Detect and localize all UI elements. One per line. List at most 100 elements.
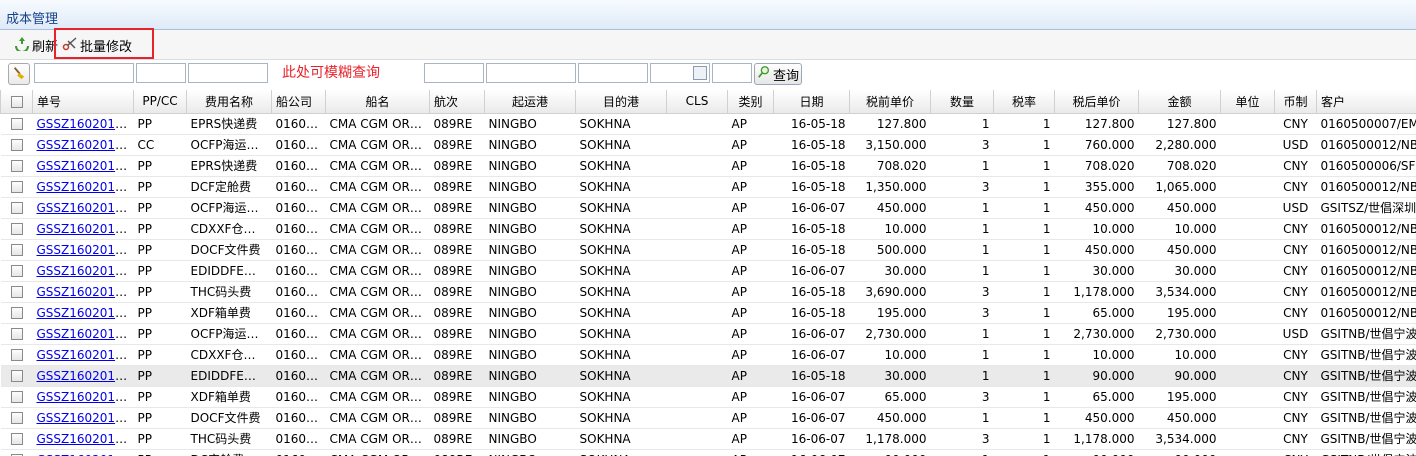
cell-order-no[interactable]: GSSZ16020133 bbox=[32, 302, 134, 324]
order-no-link[interactable]: GSSZ16020133 bbox=[37, 201, 131, 215]
row-select-cell[interactable] bbox=[0, 239, 33, 261]
column-header-unit[interactable]: 单位 bbox=[1220, 90, 1275, 114]
table-row[interactable]: GSSZ16020133 CC OCFP海运… 0160… CMA CGM OR… 089… bbox=[0, 134, 1416, 156]
table-row[interactable]: GSSZ16020133 PP DOCF文件费 0160… CMA CGM OR… 089… bbox=[0, 239, 1416, 261]
row-select-cell[interactable] bbox=[0, 365, 33, 387]
row-select-cell[interactable] bbox=[0, 134, 33, 156]
row-select-cell[interactable] bbox=[0, 323, 33, 345]
column-header-order-no[interactable]: 单号 bbox=[32, 90, 134, 114]
row-select-cell[interactable] bbox=[0, 260, 33, 282]
table-row[interactable]: GSSZ16020133 PP EPRS快递费 0160… CMA CGM OR… 089… bbox=[0, 155, 1416, 177]
table-row[interactable]: GSSZ16020133 PP CDXXF仓… 0160… CMA CGM OR… 089… bbox=[0, 344, 1416, 366]
column-header-vessel[interactable]: 船名 bbox=[325, 90, 430, 114]
column-header-category[interactable]: 类别 bbox=[727, 90, 774, 114]
row-checkbox[interactable] bbox=[10, 286, 23, 298]
filter-quantity[interactable] bbox=[712, 63, 752, 83]
cell-order-no[interactable]: GSSZ16020133 bbox=[32, 386, 134, 408]
cell-order-no[interactable]: GSSZ16020133 bbox=[32, 365, 134, 387]
row-checkbox[interactable] bbox=[10, 223, 23, 235]
refresh-button[interactable]: 刷新 bbox=[14, 34, 58, 56]
row-select-cell[interactable] bbox=[0, 407, 33, 429]
cell-order-no[interactable]: GSSZ16020133 bbox=[32, 407, 134, 429]
row-checkbox[interactable] bbox=[10, 118, 23, 130]
cell-order-no[interactable]: GSSZ16020133 bbox=[32, 449, 134, 456]
table-row[interactable]: GSSZ16020133 PP THC码头费 0160… CMA CGM OR… 089R… bbox=[0, 428, 1416, 450]
search-button[interactable]: 查询 bbox=[754, 63, 802, 85]
column-header-carrier[interactable]: 船公司 bbox=[271, 90, 326, 114]
column-header-ppcc[interactable]: PP/CC bbox=[133, 90, 187, 114]
cell-order-no[interactable]: GSSZ16020133 bbox=[32, 344, 134, 366]
table-row[interactable]: GSSZ16020133 PP XDF箱单费 0160… CMA CGM OR… 089R… bbox=[0, 386, 1416, 408]
batch-edit-button[interactable]: 批量修改 bbox=[62, 34, 132, 56]
row-checkbox[interactable] bbox=[10, 244, 23, 256]
table-row[interactable]: GSSZ16020133 PP DOCF文件费 0160… CMA CGM OR… 089… bbox=[0, 407, 1416, 429]
filter-pod[interactable] bbox=[578, 63, 648, 83]
column-header-amount[interactable]: 金额 bbox=[1138, 90, 1221, 114]
row-checkbox[interactable] bbox=[10, 139, 23, 151]
order-no-link[interactable]: GSSZ16020133 bbox=[37, 285, 131, 299]
column-header-quantity[interactable]: 数量 bbox=[930, 90, 994, 114]
row-checkbox[interactable] bbox=[10, 202, 23, 214]
row-checkbox[interactable] bbox=[10, 328, 23, 340]
select-all-header[interactable] bbox=[0, 90, 33, 114]
row-checkbox[interactable] bbox=[10, 391, 23, 403]
table-row[interactable]: GSSZ16020133 PP EPRS快递费 0160… CMA CGM OR… 089… bbox=[0, 113, 1416, 135]
column-header-date[interactable]: 日期 bbox=[773, 90, 850, 114]
row-checkbox[interactable] bbox=[10, 181, 23, 193]
cell-order-no[interactable]: GSSZ16020133 bbox=[32, 323, 134, 345]
row-checkbox[interactable] bbox=[10, 307, 23, 319]
row-select-cell[interactable] bbox=[0, 302, 33, 324]
filter-date[interactable] bbox=[650, 63, 710, 83]
row-checkbox[interactable] bbox=[10, 349, 23, 361]
filter-ppcc[interactable] bbox=[136, 63, 186, 83]
table-row[interactable]: GSSZ16020133 PP OCFP海运… 0160… CMA CGM OR… 089… bbox=[0, 323, 1416, 345]
column-header-pod[interactable]: 目的港 bbox=[575, 90, 667, 114]
table-row[interactable]: GSSZ16020133 PP CDXXF仓… 0160… CMA CGM OR… 089… bbox=[0, 218, 1416, 240]
row-select-cell[interactable] bbox=[0, 344, 33, 366]
row-select-cell[interactable] bbox=[0, 281, 33, 303]
order-no-link[interactable]: GSSZ16020133 bbox=[37, 453, 131, 456]
cell-order-no[interactable]: GSSZ16020133 bbox=[32, 428, 134, 450]
table-row[interactable]: GSSZ16020133 PP EDIDDFE… 0160… CMA CGM OR… 08… bbox=[0, 260, 1416, 282]
order-no-link[interactable]: GSSZ16020133 bbox=[37, 138, 131, 152]
row-checkbox[interactable] bbox=[10, 433, 23, 445]
order-no-link[interactable]: GSSZ16020133 bbox=[37, 306, 131, 320]
cell-order-no[interactable]: GSSZ16020133 bbox=[32, 176, 134, 198]
order-no-link[interactable]: GSSZ16020133 bbox=[37, 390, 131, 404]
order-no-link[interactable]: GSSZ16020133 bbox=[37, 369, 131, 383]
column-header-pol[interactable]: 起运港 bbox=[484, 90, 576, 114]
row-select-cell[interactable] bbox=[0, 386, 33, 408]
row-checkbox[interactable] bbox=[10, 265, 23, 277]
calendar-icon[interactable] bbox=[693, 66, 707, 80]
cell-order-no[interactable]: GSSZ16020133 bbox=[32, 134, 134, 156]
column-header-tax-rate[interactable]: 税率 bbox=[993, 90, 1055, 114]
cell-order-no[interactable]: GSSZ16020133 bbox=[32, 113, 134, 135]
row-select-cell[interactable] bbox=[0, 449, 33, 456]
table-row[interactable]: GSSZ16020133 PP THC码头费 0160… CMA CGM OR… 089R… bbox=[0, 281, 1416, 303]
order-no-link[interactable]: GSSZ16020133 bbox=[37, 159, 131, 173]
column-header-currency[interactable]: 币制 bbox=[1274, 90, 1317, 114]
column-header-customer[interactable]: 客户 bbox=[1316, 90, 1416, 114]
order-no-link[interactable]: GSSZ16020133 bbox=[37, 411, 131, 425]
filter-order-no[interactable] bbox=[34, 63, 134, 83]
cell-order-no[interactable]: GSSZ16020133 bbox=[32, 197, 134, 219]
row-select-cell[interactable] bbox=[0, 155, 33, 177]
order-no-link[interactable]: GSSZ16020133 bbox=[37, 264, 131, 278]
filter-voyage[interactable] bbox=[424, 63, 484, 83]
order-no-link[interactable]: GSSZ16020133 bbox=[37, 327, 131, 341]
table-row[interactable]: GSSZ16020133PPDC定舱费0160…CMA CGM OR…089RE… bbox=[0, 449, 1416, 456]
table-row[interactable]: GSSZ16020133 PP DCF定舱费 0160… CMA CGM OR… 089R… bbox=[0, 176, 1416, 198]
cell-order-no[interactable]: GSSZ16020133 bbox=[32, 239, 134, 261]
row-select-cell[interactable] bbox=[0, 218, 33, 240]
cell-order-no[interactable]: GSSZ16020133 bbox=[32, 260, 134, 282]
order-no-link[interactable]: GSSZ16020133 bbox=[37, 432, 131, 446]
row-select-cell[interactable] bbox=[0, 113, 33, 135]
column-header-cls[interactable]: CLS bbox=[666, 90, 728, 114]
row-checkbox[interactable] bbox=[10, 160, 23, 172]
filter-fee-name[interactable] bbox=[188, 63, 268, 83]
column-header-aftertax-price[interactable]: 税后单价 bbox=[1054, 90, 1139, 114]
cell-order-no[interactable]: GSSZ16020133 bbox=[32, 281, 134, 303]
row-checkbox[interactable] bbox=[10, 412, 23, 424]
cell-order-no[interactable]: GSSZ16020133 bbox=[32, 218, 134, 240]
order-no-link[interactable]: GSSZ16020133 bbox=[37, 348, 131, 362]
